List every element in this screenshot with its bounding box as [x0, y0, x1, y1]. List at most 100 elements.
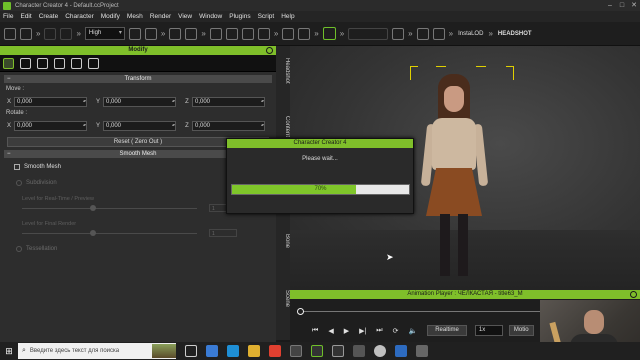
transform-section-header[interactable]: − Transform	[4, 75, 272, 83]
move-y-field[interactable]: 0,000	[103, 97, 176, 107]
export-icon[interactable]	[432, 27, 445, 40]
camera-icon[interactable]	[169, 27, 182, 40]
menu-edit[interactable]: Edit	[20, 13, 31, 20]
close-icon[interactable]: ✕	[628, 0, 640, 11]
new-project-icon[interactable]	[4, 27, 16, 40]
zoom-icon[interactable]	[282, 27, 295, 40]
windows-start-icon[interactable]: ⊞	[0, 342, 18, 360]
speed-dropdown[interactable]: 1x	[474, 325, 503, 336]
physics-icon[interactable]	[88, 57, 99, 69]
panel-close-icon[interactable]	[266, 47, 273, 54]
iclone-icon[interactable]	[332, 345, 344, 357]
tab-bone[interactable]: Bone	[276, 234, 290, 248]
tessellation-radio[interactable]	[16, 246, 22, 252]
menu-character[interactable]: Character	[65, 13, 94, 20]
timeline-track[interactable]	[297, 308, 540, 315]
toolbar-more-icon[interactable]: »	[314, 29, 318, 38]
tab-content[interactable]: Content	[276, 116, 290, 137]
save-icon[interactable]	[20, 27, 32, 40]
go-to-start-icon[interactable]: ⏮	[312, 327, 318, 335]
chrome-icon[interactable]	[269, 345, 281, 357]
select-icon[interactable]	[209, 27, 222, 40]
material-icon[interactable]	[54, 57, 65, 69]
go-to-end-icon[interactable]: ⏭	[376, 327, 382, 335]
menu-modify[interactable]: Modify	[101, 13, 120, 20]
menu-help[interactable]: Help	[281, 13, 294, 20]
menu-script[interactable]: Script	[258, 13, 275, 20]
tab-headshot[interactable]: Headshot	[276, 58, 290, 84]
toolbar-more-icon[interactable]: »	[408, 29, 412, 38]
quality-dropdown[interactable]: High	[84, 27, 125, 40]
render-icon[interactable]	[185, 27, 198, 40]
menu-render[interactable]: Render	[150, 13, 171, 20]
move-x-field[interactable]: 0,000	[14, 97, 87, 107]
sliders-icon[interactable]	[3, 57, 14, 69]
menu-file[interactable]: File	[3, 13, 13, 20]
slider-thumb[interactable]	[90, 229, 96, 236]
slider-thumb[interactable]	[90, 204, 96, 211]
smooth-mesh-checkbox[interactable]	[14, 164, 20, 170]
redo-icon[interactable]	[60, 27, 73, 40]
tab-scene[interactable]: Scene	[276, 290, 290, 307]
tessellation-option[interactable]: Tessellation	[16, 245, 260, 253]
motion-button[interactable]: Motio	[508, 325, 534, 336]
record-icon[interactable]	[416, 27, 429, 40]
menu-mesh[interactable]: Mesh	[127, 13, 143, 20]
character-model[interactable]	[418, 66, 498, 286]
add-icon[interactable]	[144, 27, 157, 40]
move-icon[interactable]	[225, 27, 238, 40]
maximize-icon[interactable]: □	[616, 0, 628, 11]
panel-close-icon[interactable]	[630, 291, 637, 298]
cortana-icon[interactable]	[206, 345, 218, 357]
rotate-icon[interactable]	[241, 27, 254, 40]
gizmo-icon[interactable]	[392, 27, 405, 40]
obs-icon[interactable]	[374, 345, 386, 357]
toolbar-more-icon[interactable]: »	[76, 29, 80, 38]
edge-icon[interactable]	[227, 345, 239, 357]
subdivision-radio[interactable]	[16, 180, 22, 186]
toolbar-more-icon[interactable]: »	[488, 29, 492, 38]
pose-icon[interactable]	[20, 57, 31, 69]
rotate-x-field[interactable]: 0,000	[14, 121, 87, 131]
previous-frame-icon[interactable]: ◀	[328, 327, 333, 335]
headshot-button[interactable]: HEADSHOT	[498, 31, 532, 37]
light-icon[interactable]	[348, 27, 389, 40]
pan-icon[interactable]	[298, 27, 311, 40]
rotate-z-field[interactable]: 0,000	[192, 121, 265, 131]
menu-window[interactable]: Window	[199, 13, 222, 20]
character-creator-icon[interactable]	[311, 345, 323, 357]
move-z-field[interactable]: 0,000	[192, 97, 265, 107]
toolbar-more-icon[interactable]: »	[201, 29, 205, 38]
menu-create[interactable]: Create	[39, 13, 59, 20]
scale-icon[interactable]	[257, 27, 270, 40]
toolbar-more-icon[interactable]: »	[449, 29, 453, 38]
taskbar-search[interactable]: ⌕ Введите здесь текст для поиска	[18, 343, 176, 359]
task-view-icon[interactable]	[185, 345, 197, 357]
toolbar-more-icon[interactable]: »	[36, 29, 40, 38]
pick-icon[interactable]	[322, 27, 336, 40]
grid-icon[interactable]	[128, 27, 141, 40]
loop-icon[interactable]: ⟳	[393, 327, 399, 335]
toolbar-more-icon[interactable]: »	[274, 29, 278, 38]
sound-icon[interactable]: 🔈	[408, 327, 417, 335]
file-explorer-icon[interactable]	[248, 345, 260, 357]
smooth-mesh-toggle[interactable]: Smooth Mesh	[14, 163, 262, 171]
timeline-playhead[interactable]	[297, 308, 304, 315]
word-icon[interactable]	[395, 345, 407, 357]
checker-icon[interactable]	[71, 57, 82, 69]
minimize-icon[interactable]: –	[604, 0, 616, 11]
realtime-button[interactable]: Realtime	[427, 325, 467, 336]
menu-view[interactable]: View	[178, 13, 192, 20]
render-level-value[interactable]: 1	[209, 229, 237, 237]
instalod-button[interactable]: InstaLOD	[458, 31, 483, 37]
morph-icon[interactable]	[37, 57, 48, 69]
next-frame-icon[interactable]: ▶|	[359, 327, 366, 335]
menu-plugins[interactable]: Plugins	[229, 13, 250, 20]
realtime-level-slider[interactable]	[22, 204, 197, 211]
undo-icon[interactable]	[44, 27, 57, 40]
play-icon[interactable]: ▶	[344, 327, 349, 335]
store-icon[interactable]	[290, 345, 302, 357]
subdivision-option[interactable]: Subdivision	[16, 179, 260, 187]
camera-app-icon[interactable]	[353, 345, 365, 357]
render-level-slider[interactable]	[22, 229, 197, 236]
